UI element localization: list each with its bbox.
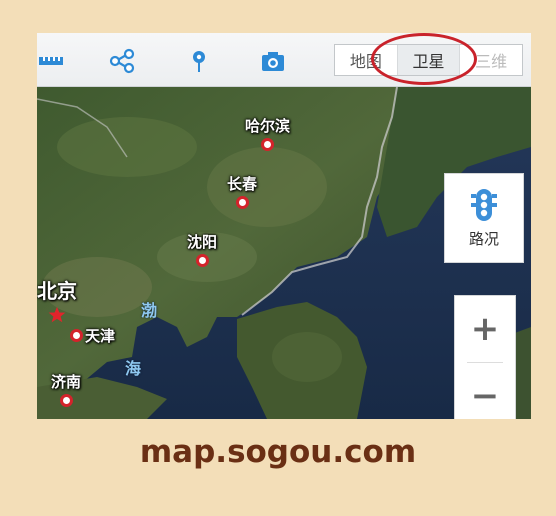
- share-button[interactable]: [108, 47, 136, 75]
- sea-label: 海: [125, 359, 142, 378]
- city-label: 济南: [51, 373, 82, 391]
- city-label: 哈尔滨: [245, 117, 291, 135]
- city-dot-icon: [70, 329, 83, 342]
- city-marker[interactable]: 沈阳: [187, 231, 217, 267]
- screenshot-button[interactable]: [259, 47, 287, 75]
- city-marker-capital[interactable]: 北京: [37, 275, 77, 324]
- city-dot-icon: [261, 138, 274, 151]
- traffic-label: 路况: [468, 229, 499, 248]
- ruler-icon: [39, 57, 63, 65]
- highlight-annotation: [371, 33, 477, 85]
- zoom-out-button[interactable]: −: [455, 363, 515, 419]
- city-label: 长春: [227, 175, 258, 193]
- traffic-light-icon: [471, 188, 497, 221]
- city-label: 北京: [37, 279, 77, 303]
- location-pin-icon: [193, 51, 205, 72]
- city-label: 天津: [85, 327, 116, 345]
- map-frame: 哈尔滨 长春 沈阳 北京 天津 济南 渤 海 路况 + − 地图 卫星 三维: [37, 33, 531, 419]
- satellite-map[interactable]: 哈尔滨 长春 沈阳 北京 天津 济南 渤 海 路况 + −: [37, 86, 531, 419]
- city-marker[interactable]: 哈尔滨: [245, 115, 290, 151]
- city-dot-icon: [195, 254, 209, 267]
- location-pin-button[interactable]: [185, 47, 213, 75]
- traffic-button[interactable]: 路况: [444, 173, 524, 263]
- city-dot-icon: [235, 196, 249, 209]
- city-dot-icon: [59, 394, 73, 407]
- city-marker[interactable]: 长春: [227, 173, 257, 209]
- share-icon: [109, 48, 135, 74]
- city-marker[interactable]: 济南: [51, 371, 81, 407]
- city-label: 沈阳: [187, 233, 218, 251]
- zoom-in-button[interactable]: +: [455, 296, 515, 362]
- capital-star-icon: [48, 306, 66, 323]
- site-caption: map.sogou.com: [139, 434, 417, 470]
- sea-label: 渤: [141, 301, 158, 320]
- camera-icon: [262, 52, 284, 71]
- ruler-button[interactable]: [37, 47, 65, 75]
- map-toolbar: 地图 卫星 三维: [37, 33, 531, 87]
- city-marker[interactable]: 天津: [70, 325, 115, 346]
- zoom-control: + −: [454, 295, 516, 419]
